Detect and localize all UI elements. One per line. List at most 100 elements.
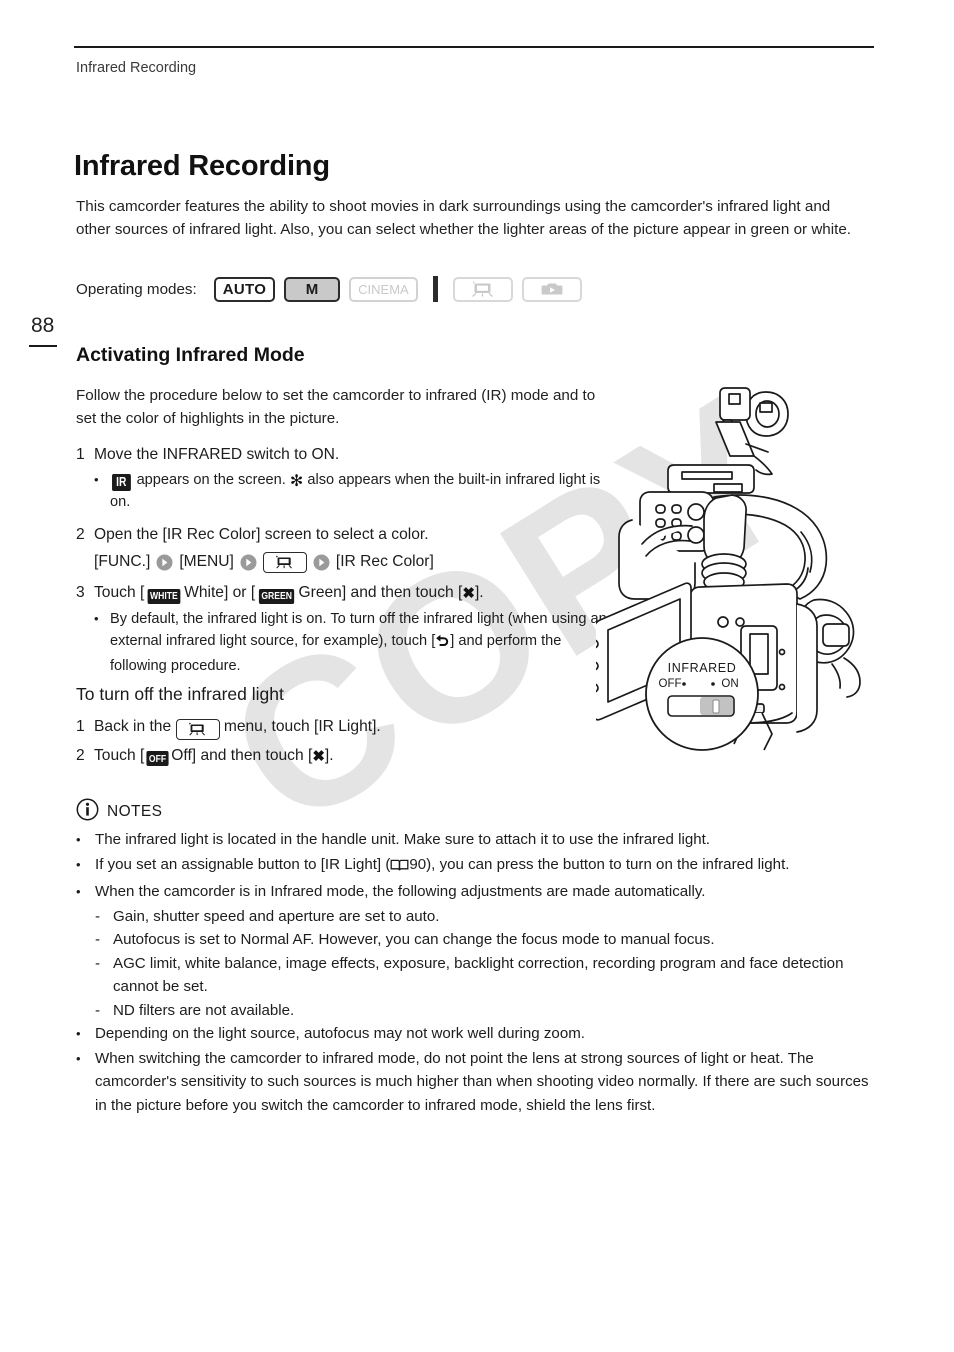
step-1-bullet: • IR appears on the screen. ✻ also appea… <box>94 469 616 513</box>
off-chip: OFF <box>146 751 169 766</box>
off-step-1-a: Back in the <box>94 718 172 735</box>
note-subitem-text: AGC limit, white balance, image effects,… <box>113 954 844 996</box>
mode-badge-movie <box>452 276 513 302</box>
arrow-circle-icon <box>313 554 330 571</box>
step-1-text: Move the INFRARED switch to ON. <box>94 446 340 463</box>
book-icon <box>390 856 409 880</box>
bullet-dot: • <box>94 472 99 487</box>
note-subitem-text: ND filters are not available. <box>113 1001 295 1019</box>
sun-icon: ✻ <box>289 473 304 490</box>
menu-path-ir-rec-color: [IR Rec Color] <box>335 553 434 570</box>
note-subitem: - Autofocus is set to Normal AF. However… <box>95 928 876 952</box>
off-step-2: 2 Touch [OFF Off] and then touch [✖]. <box>76 744 616 769</box>
note-subitem-text: Autofocus is set to Normal AF. However, … <box>113 931 715 948</box>
callout-switch-grip <box>712 699 720 714</box>
step-1-number: 1 <box>76 446 85 463</box>
step-3-text-c: Green] and then touch [ <box>298 584 463 601</box>
movie-camera-icon <box>470 281 496 297</box>
green-chip: GREEN <box>259 588 295 604</box>
note-item: • The infrared light is located in the h… <box>76 828 876 852</box>
step-1-bullet-mid: appears on the screen. <box>136 472 286 488</box>
off-step-1: 1 Back in the menu, touch [IR Light]. <box>76 715 616 740</box>
dash-marker: - <box>95 1001 101 1019</box>
turn-off-steps: 1 Back in the menu, touch [IR Light]. 2 … <box>76 715 616 771</box>
step-3-text-b: White] or [ <box>184 584 256 601</box>
callout-off-label: OFF <box>659 678 682 690</box>
dash-marker: - <box>95 907 101 925</box>
subsection-title: To turn off the infrared light <box>76 684 284 704</box>
camera-menu-icon <box>262 551 307 573</box>
note-text: When switching the camcorder to infrared… <box>95 1049 869 1114</box>
page-number: 88 <box>31 314 55 337</box>
bullet-dot: • <box>76 832 81 847</box>
bullet-dot: • <box>94 611 99 626</box>
section-intro: Follow the procedure below to set the ca… <box>76 387 596 427</box>
note-subitem: - Gain, shutter speed and aperture are s… <box>95 905 876 929</box>
mode-badge-photo <box>521 276 582 302</box>
bullet-dot: • <box>76 1050 81 1066</box>
step-3: 3 Touch [WHITE White] or [GREEN Green] and… <box>76 581 616 606</box>
camcorder-illustration: INFRARED OFF ON <box>596 372 896 762</box>
close-x-icon: ✖ <box>462 585 475 602</box>
header-rule <box>74 46 874 48</box>
intro-paragraph: This camcorder features the ability to s… <box>76 198 851 238</box>
page-title: Infrared Recording <box>74 150 330 182</box>
photo-camera-icon <box>539 281 565 297</box>
off-step-2-number: 2 <box>76 746 85 764</box>
notes-list: • The infrared light is located in the h… <box>76 828 876 1118</box>
back-arrow-icon <box>435 633 450 655</box>
bullet-dot: • <box>76 856 81 872</box>
notes-title: NOTES <box>107 803 163 820</box>
note-subitem-text: Gain, shutter speed and aperture are set… <box>113 907 440 925</box>
step-1: 1 Move the INFRARED switch to ON. <box>76 443 616 467</box>
note-text: Depending on the light source, autofocus… <box>95 1025 585 1042</box>
step-2-text: Open the [IR Rec Color] screen to select… <box>94 526 429 543</box>
arrow-circle-icon <box>240 554 257 571</box>
step-2: 2 Open the [IR Rec Color] screen to sele… <box>76 523 616 547</box>
menu-path-menu: [MENU] <box>179 553 234 570</box>
step-2-menu-path: [FUNC.] [MENU] [IR Rec Color] <box>94 549 616 575</box>
mode-badge-auto: AUTO <box>213 276 276 302</box>
mode-separator <box>432 276 438 302</box>
section-title: Activating Infrared Mode <box>76 344 305 366</box>
note-item: • When the camcorder is in Infrared mode… <box>76 880 876 904</box>
note-ref-page: 90 <box>409 855 427 873</box>
camera-menu-icon <box>175 718 220 740</box>
bullet-dot: • <box>76 884 81 899</box>
mode-badge-cinema: CINEMA <box>349 276 418 302</box>
off-step-1-b: menu, touch [IR Light]. <box>223 718 381 735</box>
menu-path-func: [FUNC.] <box>94 553 151 570</box>
page-number-rule <box>29 345 57 347</box>
off-step-2-c: ]. <box>324 746 334 764</box>
info-icon <box>76 798 99 826</box>
running-head: Infrared Recording <box>76 60 197 76</box>
note-text: The infrared light is located in the han… <box>95 831 711 848</box>
note-item: • When switching the camcorder to infrar… <box>76 1047 876 1118</box>
white-chip: WHITE <box>147 588 181 604</box>
callout-title: INFRARED <box>668 661 737 675</box>
arrow-circle-icon <box>156 554 173 571</box>
close-x-icon: ✖ <box>312 747 325 765</box>
procedure-steps: 1 Move the INFRARED switch to ON. • IR a… <box>76 443 616 677</box>
note-item: • Depending on the light source, autofoc… <box>76 1022 876 1046</box>
note-ref-a: If you set an assignable button to [IR L… <box>95 855 391 873</box>
mode-badge-manual: M <box>284 276 341 302</box>
callout-off-dot <box>682 682 686 686</box>
step-3-number: 3 <box>76 584 85 601</box>
off-step-1-number: 1 <box>76 718 85 735</box>
operating-modes-label: Operating modes: <box>76 280 197 298</box>
note-item: • If you set an assignable button to [IR… <box>76 853 876 880</box>
dash-marker: - <box>95 954 101 972</box>
note-ref-b: ), you can press the button to turn on t… <box>426 855 790 873</box>
callout-on-label: ON <box>721 678 738 690</box>
off-step-2-b: Off] and then touch [ <box>171 746 313 764</box>
ir-chip: IR <box>112 473 131 491</box>
step-3-text-a: Touch [ <box>94 584 145 601</box>
note-text: When the camcorder is in Infrared mode, … <box>95 883 706 900</box>
off-step-2-a: Touch [ <box>94 746 145 764</box>
note-subitem: - ND filters are not available. <box>95 999 876 1023</box>
callout-on-dot <box>711 682 715 686</box>
step-3-bullet: • By default, the infrared light is on. … <box>94 608 616 677</box>
note-subitem: - AGC limit, white balance, image effect… <box>95 952 876 999</box>
step-2-number: 2 <box>76 526 85 543</box>
